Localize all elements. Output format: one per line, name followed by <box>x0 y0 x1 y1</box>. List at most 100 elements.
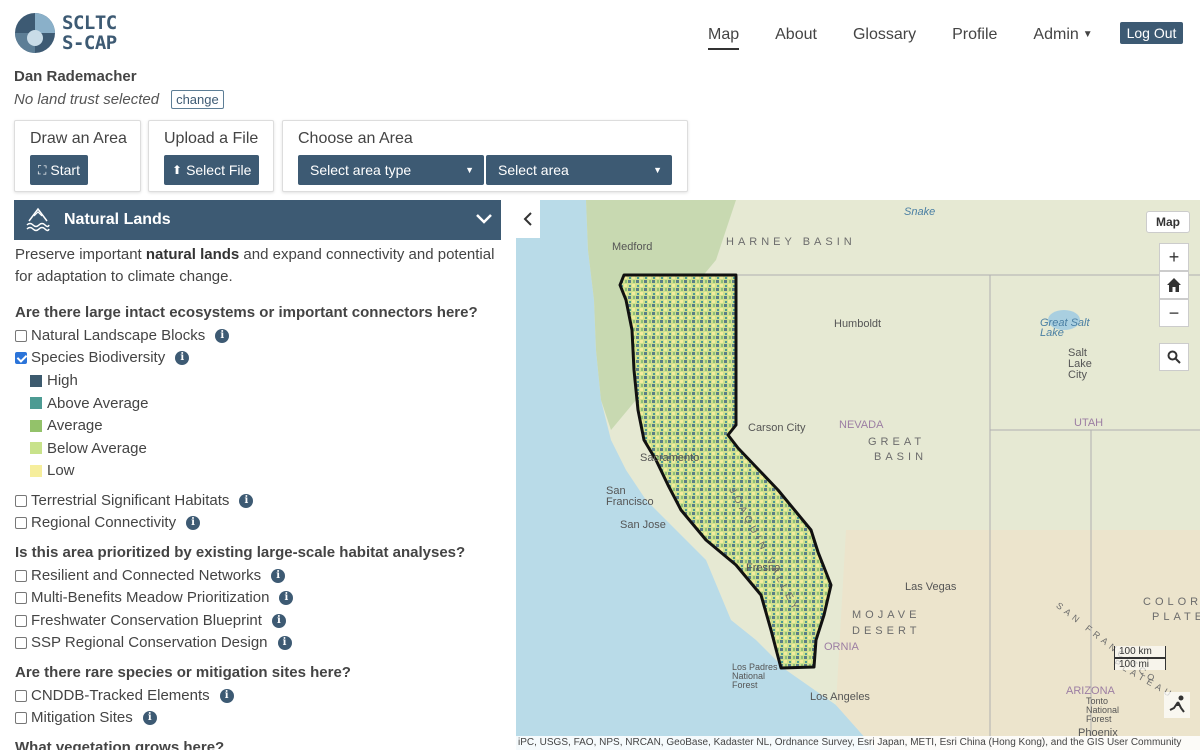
map-label-los-angeles: Los Angeles <box>810 691 870 703</box>
search-icon <box>1167 350 1181 364</box>
start-draw-button[interactable]: ⛶ Start <box>30 155 88 185</box>
map-label-las-vegas: Las Vegas <box>905 581 957 593</box>
legend-label: Below Average <box>47 439 147 457</box>
checkbox[interactable] <box>15 516 27 529</box>
upload-file-title: Upload a File <box>164 130 259 147</box>
draw-area-title: Draw an Area <box>30 130 127 147</box>
map-label-ornia: ORNIA <box>824 641 859 653</box>
map-label-medford: Medford <box>612 241 653 253</box>
logo-line2: S-CAP <box>62 32 117 54</box>
layer-cnddb-tracked[interactable]: CNDDB-Tracked Elements i <box>15 687 234 704</box>
nav-about[interactable]: About <box>775 26 817 50</box>
map-label-snake: Snake <box>904 206 936 218</box>
change-trust-button[interactable]: change <box>171 90 224 109</box>
caret-down-icon: ▼ <box>653 165 662 175</box>
nav-map[interactable]: Map <box>708 26 740 50</box>
layer-terrestrial-significant-habitats[interactable]: Terrestrial Significant Habitats i <box>15 492 254 509</box>
layer-label: Terrestrial Significant Habitats <box>31 492 230 509</box>
info-icon[interactable]: i <box>215 328 230 343</box>
info-icon[interactable]: i <box>239 493 254 508</box>
search-button[interactable] <box>1159 343 1189 371</box>
section-intro: Preserve important natural lands and exp… <box>15 244 495 288</box>
area-type-label: Select area type <box>310 162 412 178</box>
legend-swatch <box>30 442 42 454</box>
layer-mitigation-sites[interactable]: Mitigation Sites i <box>15 709 157 726</box>
layer-label: Natural Landscape Blocks <box>31 327 206 344</box>
checkbox[interactable] <box>15 329 27 342</box>
nav-profile[interactable]: Profile <box>952 26 997 50</box>
checkbox[interactable] <box>15 591 27 604</box>
section-title: Natural Lands <box>64 211 171 228</box>
checkbox-checked[interactable] <box>15 351 27 364</box>
caret-down-icon: ▼ <box>1082 29 1093 41</box>
map-label-plate: PLATE <box>1152 611 1200 623</box>
info-icon[interactable]: i <box>279 590 294 605</box>
upload-file-card: Upload a File ⬆ Select File <box>148 120 274 192</box>
layer-resilient-connected-networks[interactable]: Resilient and Connected Networks i <box>15 567 286 584</box>
info-icon[interactable]: i <box>271 568 286 583</box>
checkbox[interactable] <box>15 636 27 649</box>
locate-icon[interactable] <box>1164 692 1190 718</box>
map-basemap <box>516 200 1200 750</box>
info-icon[interactable]: i <box>142 710 157 725</box>
checkbox[interactable] <box>15 614 27 627</box>
intro-bold: natural lands <box>145 246 240 263</box>
collapse-panel-button[interactable] <box>516 200 540 238</box>
layer-species-biodiversity[interactable]: Species Biodiversity i <box>15 349 190 366</box>
legend-item: Low <box>30 462 75 479</box>
layer-meadow-prioritization[interactable]: Multi-Benefits Meadow Prioritization i <box>15 589 294 606</box>
layer-freshwater-blueprint[interactable]: Freshwater Conservation Blueprint i <box>15 612 286 629</box>
layer-ssp-conservation-design[interactable]: SSP Regional Conservation Design i <box>15 634 292 651</box>
natural-lands-header[interactable]: Natural Lands <box>14 200 501 240</box>
layer-label: Multi-Benefits Meadow Prioritization <box>31 589 270 606</box>
app-logo[interactable]: SCLTC S-CAP <box>14 12 117 54</box>
legend-item: Below Average <box>30 440 147 457</box>
map-label-great-salt-lake: Great Salt Lake <box>1040 317 1090 339</box>
draw-area-card: Draw an Area ⛶ Start <box>14 120 141 192</box>
checkbox[interactable] <box>15 494 27 507</box>
legend-swatch <box>30 374 42 387</box>
map-label-humboldt: Humboldt <box>834 318 882 330</box>
area-select[interactable]: Select area ▼ <box>486 155 672 185</box>
info-icon[interactable]: i <box>277 635 292 650</box>
checkbox[interactable] <box>15 689 27 702</box>
intro-pre: Preserve important <box>15 246 146 263</box>
legend-swatch <box>30 397 42 409</box>
question-habitat-analyses: Is this area prioritized by existing lar… <box>15 544 466 561</box>
question-rare-species: Are there rare species or mitigation sit… <box>15 664 351 681</box>
legend-label: Average <box>47 417 103 434</box>
zoom-out-button[interactable]: − <box>1159 299 1189 327</box>
nav-admin[interactable]: Admin ▼ <box>1033 26 1092 50</box>
map-label-colorado: COLORA <box>1143 596 1200 608</box>
info-icon[interactable]: i <box>271 613 286 628</box>
layer-label: Freshwater Conservation Blueprint <box>31 612 262 629</box>
checkbox[interactable] <box>15 711 27 724</box>
zoom-in-button[interactable]: + <box>1159 243 1189 271</box>
legend-label: High <box>47 372 78 389</box>
info-icon[interactable]: i <box>219 688 234 703</box>
map-label-carson-city: Carson City <box>748 422 806 434</box>
legend-swatch <box>30 419 42 432</box>
legend-item: Above Average <box>30 395 148 412</box>
area-type-select[interactable]: Select area type ▼ <box>298 155 484 185</box>
nav-glossary[interactable]: Glossary <box>853 26 916 50</box>
map-view[interactable]: Medford HARNEY BASIN Humboldt Great Salt… <box>516 200 1200 750</box>
layer-natural-landscape-blocks[interactable]: Natural Landscape Blocks i <box>15 327 230 344</box>
layer-label: Species Biodiversity <box>31 349 166 366</box>
checkbox[interactable] <box>15 569 27 582</box>
main-nav: Map About Glossary Profile Admin ▼ <box>690 26 1111 50</box>
question-intact-ecosystems: Are there large intact ecosystems or imp… <box>15 304 478 321</box>
area-label: Select area <box>498 162 569 178</box>
logout-button[interactable]: Log Out <box>1120 22 1183 44</box>
home-button[interactable] <box>1159 271 1189 299</box>
info-icon[interactable]: i <box>186 515 201 530</box>
select-file-button[interactable]: ⬆ Select File <box>164 155 260 185</box>
start-label: Start <box>50 162 80 178</box>
logo-icon <box>15 13 55 53</box>
map-label-nevada: NEVADA <box>839 419 884 431</box>
layer-regional-connectivity[interactable]: Regional Connectivity i <box>15 514 201 531</box>
basemap-toggle-button[interactable]: Map <box>1146 211 1190 233</box>
logo-line1: SCLTC <box>62 12 117 34</box>
chevron-left-icon <box>523 212 532 226</box>
info-icon[interactable]: i <box>175 350 190 365</box>
